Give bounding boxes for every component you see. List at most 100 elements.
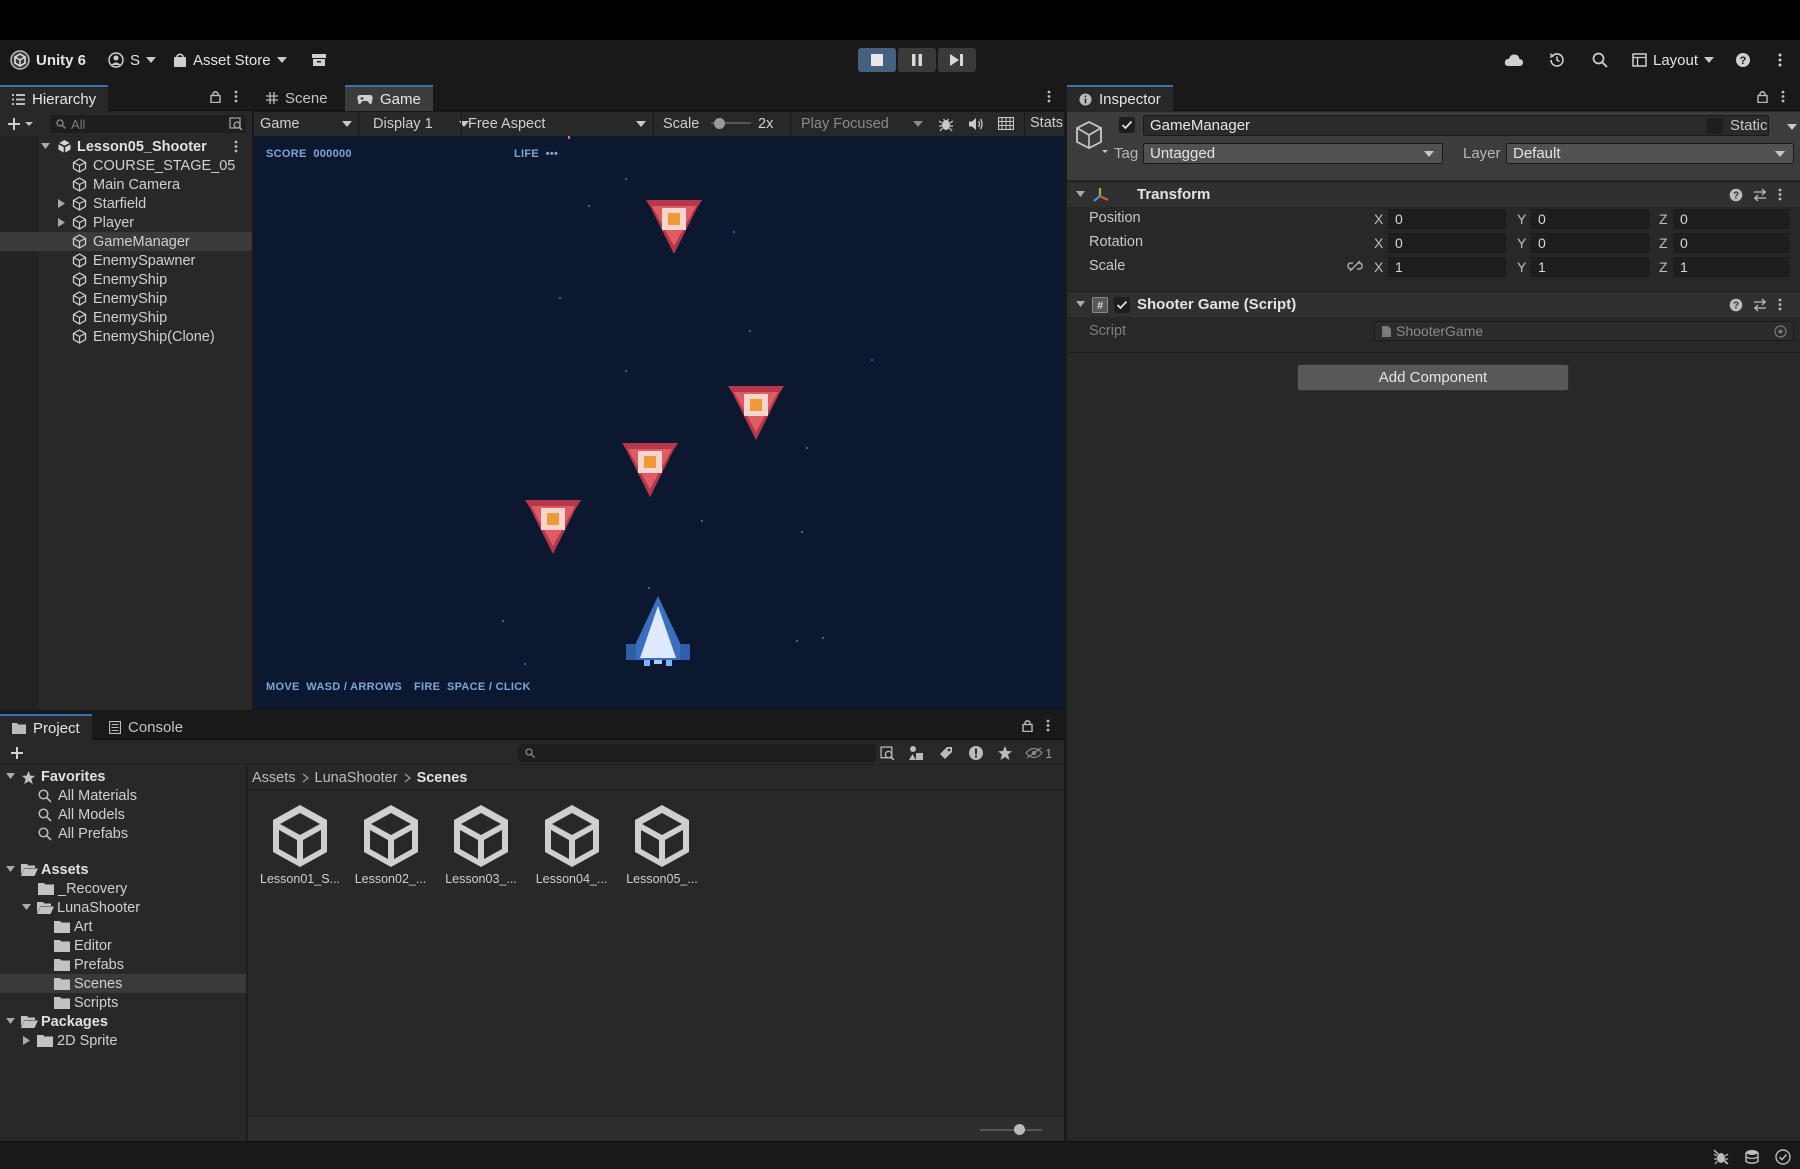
lock-icon[interactable] — [1022, 719, 1033, 732]
hierarchy-item[interactable]: COURSE_STAGE_05 — [0, 156, 252, 175]
account-dropdown[interactable]: S — [108, 49, 157, 71]
scene-root-row[interactable]: Lesson05_Shooter — [0, 137, 252, 156]
breadcrumb-assets[interactable]: Assets — [252, 770, 296, 786]
transform-y-field[interactable]: 1 — [1531, 257, 1649, 277]
scene-asset[interactable]: Lesson03_... — [441, 803, 521, 886]
package-folder-item[interactable]: 2D Sprite — [0, 1031, 246, 1050]
help-icon[interactable]: ? — [1729, 298, 1743, 312]
folder-item[interactable]: Prefabs — [0, 955, 246, 974]
gameobject-cube-icon[interactable] — [1075, 120, 1109, 154]
hierarchy-item[interactable]: Player — [0, 213, 252, 232]
stats-button[interactable]: Stats — [1030, 115, 1063, 131]
tab-game[interactable]: Game — [345, 85, 433, 111]
active-checkbox[interactable] — [1119, 117, 1135, 133]
scene-asset[interactable]: Lesson02_... — [351, 803, 431, 886]
link-constrain-icon[interactable] — [1347, 260, 1363, 272]
lock-icon[interactable] — [210, 90, 221, 103]
presets-sliders-icon[interactable] — [1753, 298, 1767, 312]
chevron-right-icon[interactable] — [58, 199, 65, 208]
chevron-right-icon[interactable] — [23, 1036, 30, 1045]
unity-menu[interactable]: Unity 6 — [10, 49, 86, 71]
filter-by-type-icon[interactable] — [908, 745, 924, 761]
display-dropdown[interactable]: Display 1 — [373, 115, 469, 133]
hierarchy-item[interactable]: Main Camera — [0, 175, 252, 194]
favorites-group[interactable]: Favorites — [0, 767, 246, 786]
pause-button[interactable] — [898, 48, 936, 72]
hierarchy-item[interactable]: EnemyShip — [0, 270, 252, 289]
play-focus-dropdown[interactable]: Play Focused — [801, 115, 923, 133]
tab-inspector[interactable]: Inspector — [1067, 85, 1173, 111]
hierarchy-search-input[interactable]: All — [50, 115, 246, 133]
folder-item[interactable]: Editor — [0, 936, 246, 955]
script-component-header[interactable]: # Shooter Game (Script) ? — [1067, 291, 1800, 317]
help-button[interactable]: ? — [1735, 49, 1751, 71]
favorites-item[interactable]: All Prefabs — [0, 824, 246, 843]
hierarchy-item[interactable]: EnemyShip(Clone) — [0, 327, 252, 346]
panel-menu-icon[interactable] — [1047, 90, 1051, 103]
stop-button[interactable] — [858, 48, 896, 72]
search-filter-icon[interactable] — [880, 746, 895, 761]
debug-off-icon[interactable] — [1713, 1149, 1729, 1165]
scene-asset[interactable]: Lesson05_... — [622, 803, 702, 886]
lock-icon[interactable] — [1757, 90, 1768, 103]
transform-header[interactable]: Transform ? — [1067, 181, 1800, 207]
folder-item[interactable]: Art — [0, 917, 246, 936]
presets-sliders-icon[interactable] — [1753, 188, 1767, 202]
favorite-star-icon[interactable] — [997, 745, 1013, 761]
assets-root-folder[interactable]: Assets — [0, 860, 246, 879]
chevron-down-icon[interactable] — [6, 773, 15, 780]
breadcrumb-scenes[interactable]: Scenes — [417, 770, 468, 786]
breadcrumb-lunashooter[interactable]: LunaShooter — [315, 770, 398, 786]
component-menu-icon[interactable] — [1778, 188, 1782, 201]
scene-asset[interactable]: Lesson01_S... — [260, 803, 340, 886]
folder-item[interactable]: Scenes — [0, 974, 246, 993]
project-search-input[interactable] — [518, 744, 876, 762]
step-button[interactable] — [938, 48, 976, 72]
hidden-packages-toggle[interactable]: 1 — [1025, 744, 1052, 762]
layout-dropdown[interactable]: Layout — [1632, 49, 1715, 71]
status-check-icon[interactable] — [1775, 1149, 1791, 1165]
history-button[interactable] — [1548, 49, 1566, 71]
transform-x-field[interactable]: 0 — [1388, 209, 1506, 229]
script-enabled-checkbox[interactable] — [1114, 297, 1130, 313]
log-type-icon[interactable] — [968, 745, 984, 761]
tab-scene[interactable]: Scene — [254, 85, 340, 111]
tab-project[interactable]: Project — [0, 714, 92, 740]
hierarchy-item[interactable]: EnemyShip — [0, 308, 252, 327]
chevron-down-icon[interactable] — [1787, 124, 1797, 130]
cache-server-icon[interactable] — [1744, 1149, 1760, 1165]
component-menu-icon[interactable] — [1778, 298, 1782, 311]
transform-z-field[interactable]: 0 — [1673, 209, 1789, 229]
favorites-item[interactable]: All Materials — [0, 786, 246, 805]
icon-size-slider-handle[interactable] — [1014, 1124, 1025, 1135]
hierarchy-item[interactable]: EnemySpawner — [0, 251, 252, 270]
folder-item[interactable]: _Recovery — [0, 879, 246, 898]
cloud-button[interactable] — [1504, 49, 1524, 71]
transform-z-field[interactable]: 0 — [1673, 233, 1789, 253]
chevron-right-icon[interactable] — [58, 218, 65, 227]
search-button[interactable] — [1592, 49, 1608, 71]
panel-menu-icon[interactable] — [1046, 719, 1050, 732]
package-manager-button[interactable] — [311, 49, 327, 71]
bug-icon[interactable] — [938, 116, 954, 132]
packages-root-folder[interactable]: Packages — [0, 1012, 246, 1031]
game-mode-dropdown[interactable]: Game — [260, 115, 352, 133]
layer-dropdown[interactable]: Default — [1506, 143, 1794, 164]
scene-asset[interactable]: Lesson04_... — [532, 803, 612, 886]
speaker-icon[interactable] — [968, 116, 984, 132]
panel-menu-icon[interactable] — [234, 90, 238, 103]
object-name-field[interactable]: GameManager — [1143, 115, 1769, 136]
chevron-down-icon[interactable] — [6, 1018, 15, 1025]
scale-slider[interactable]: Scale 2x — [663, 115, 773, 133]
tag-dropdown[interactable]: Untagged — [1143, 143, 1443, 164]
aspect-dropdown[interactable]: Free Aspect — [468, 115, 646, 133]
transform-y-field[interactable]: 0 — [1531, 233, 1649, 253]
filter-by-label-icon[interactable] — [938, 745, 954, 761]
hierarchy-item[interactable]: EnemyShip — [0, 289, 252, 308]
chevron-down-icon[interactable] — [22, 904, 31, 911]
lunashooter-folder[interactable]: LunaShooter — [0, 898, 246, 917]
panel-menu-icon[interactable] — [1781, 90, 1785, 103]
transform-x-field[interactable]: 0 — [1388, 233, 1506, 253]
create-add-button[interactable] — [10, 746, 24, 760]
game-canvas[interactable]: SCORE 000000 LIFE ••• MOVE WASD / ARROWS… — [254, 136, 1064, 710]
